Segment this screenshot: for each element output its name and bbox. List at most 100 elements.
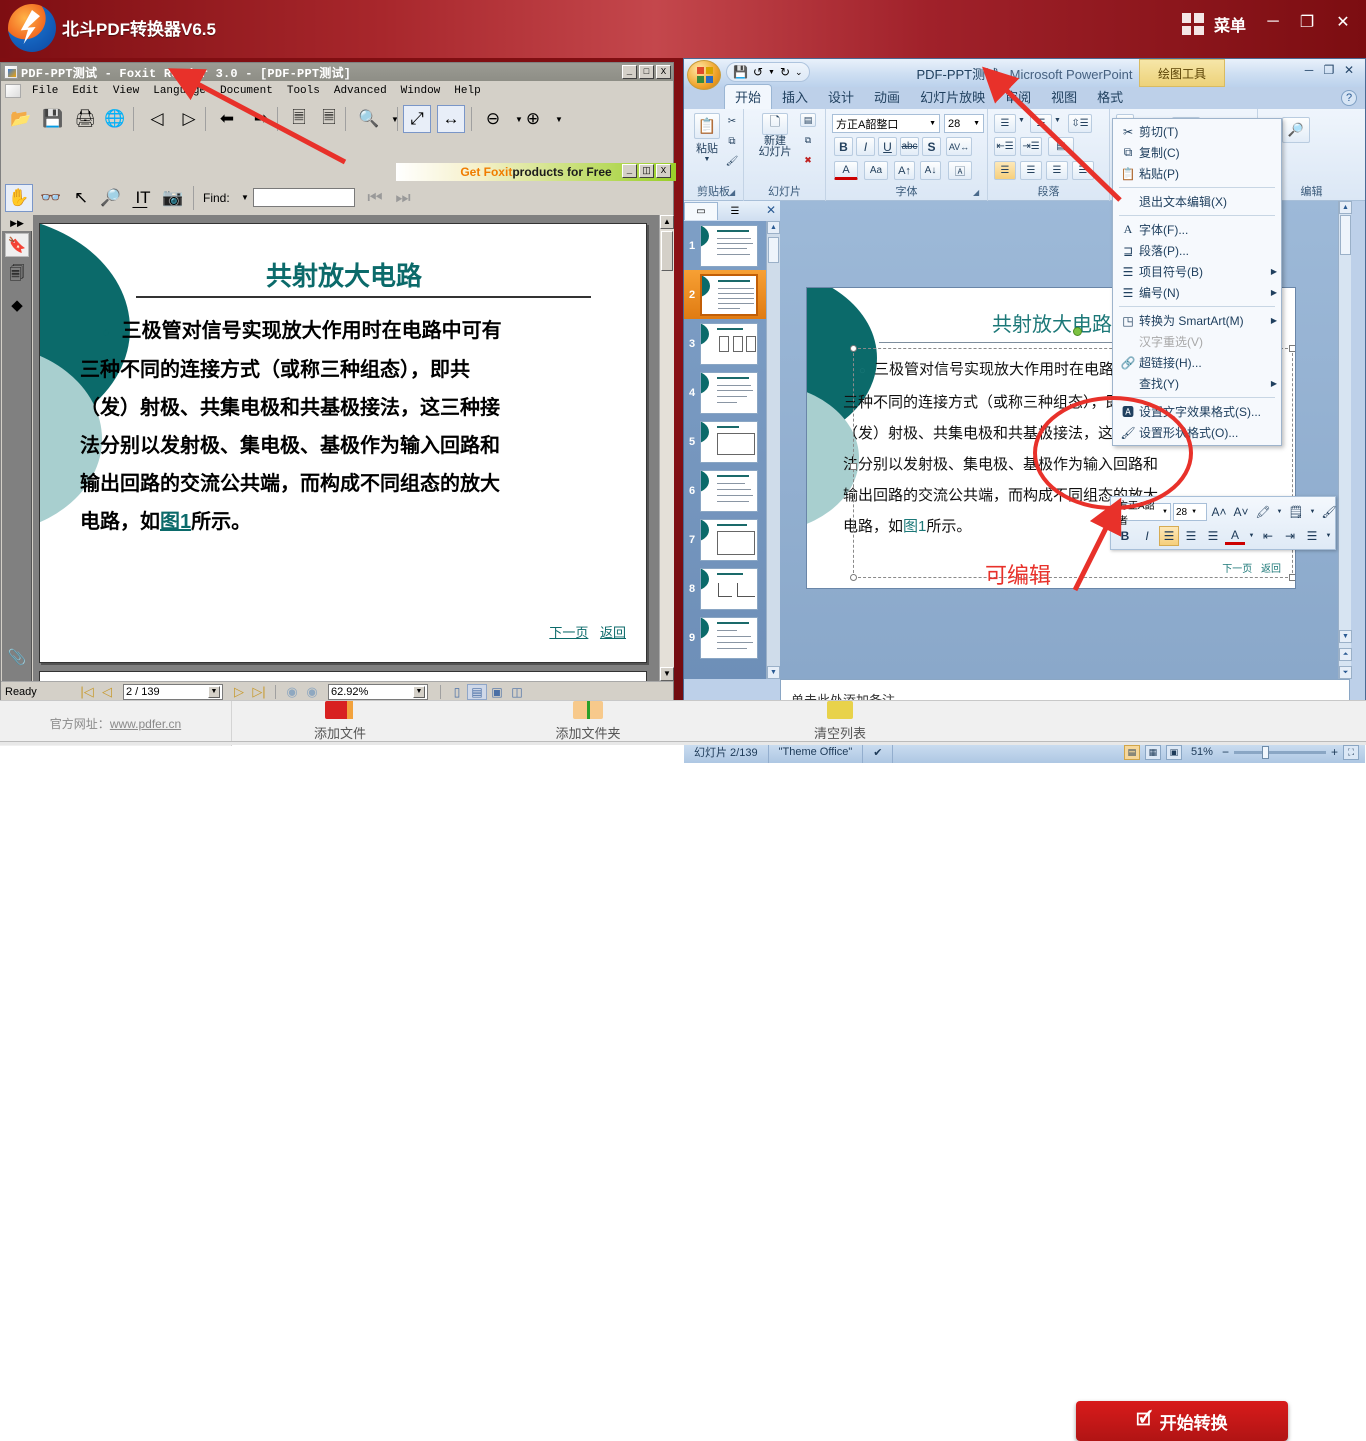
help-icon[interactable]: ? [1341, 90, 1357, 106]
previous-slide-icon[interactable]: ⏶ [1339, 648, 1352, 661]
paste-dropdown-arrow-icon[interactable]: ▼ [704, 156, 711, 163]
font-size-arrow-icon[interactable]: ▼ [973, 120, 980, 127]
slideshow-icon[interactable]: ▣ [1165, 744, 1182, 760]
rotate-handle[interactable] [1073, 327, 1082, 336]
menu-tools[interactable]: Tools [280, 85, 327, 97]
clipboard-dialog-launcher-icon[interactable]: ◢ [729, 188, 739, 198]
underline-button[interactable]: U [878, 137, 897, 156]
context-menu-item-cut[interactable]: ✂ 剪切(T) [1113, 121, 1281, 142]
thumbnail-item-5[interactable]: 5 [684, 417, 766, 466]
last-page-icon[interactable]: ▷| [249, 684, 269, 700]
thumbnail-item-7[interactable]: 7 [684, 515, 766, 564]
context-menu-item-font[interactable]: A 字体(F)... [1113, 219, 1281, 240]
continuous-facing-view-icon[interactable]: ◫ [507, 684, 527, 700]
clear-list-button[interactable]: 清空列表 [740, 701, 940, 746]
paste-button[interactable]: 📋 粘贴 ▼ [690, 113, 724, 163]
menu-language[interactable]: Language [146, 85, 213, 97]
thumbnail-item-2[interactable]: 2 [684, 270, 766, 319]
text-box-icon[interactable]: 🗒 [1286, 502, 1306, 522]
add-file-button[interactable]: 添加文件 [240, 701, 440, 746]
thumbnail-scroll-thumb[interactable] [768, 237, 779, 263]
find-binoculars-icon[interactable]: 🔎 [97, 184, 125, 212]
thumbnail-item-4[interactable]: 4 [684, 368, 766, 417]
layout-button[interactable]: ▤ [800, 113, 816, 127]
panel-close-icon[interactable]: ✕ [766, 203, 776, 217]
bullets-icon[interactable]: ☰ [1302, 526, 1322, 546]
slide-scroll-up-icon[interactable]: ▲ [1339, 201, 1352, 214]
app-maximize-button[interactable]: ❐ [1292, 8, 1322, 36]
pdf-next-page-link[interactable]: 下一页 [549, 625, 588, 640]
ppt-minimize-button[interactable]: ─ [1299, 62, 1319, 78]
resize-handle-br[interactable] [1289, 574, 1295, 581]
open-folder-icon[interactable]: 📂 [7, 105, 35, 133]
context-menu-item-shape-format[interactable]: 🖌 设置形状格式(O)... [1113, 422, 1281, 443]
context-menu[interactable]: ✂ 剪切(T) ⧉ 复制(C) 📋 粘贴(P) 退出文本编辑(X) A 字体(F… [1112, 118, 1282, 446]
page-combo-arrow-icon[interactable]: ▼ [208, 685, 220, 698]
menu-document[interactable]: Document [213, 85, 280, 97]
decrease-indent-button[interactable]: ⇤☰ [994, 137, 1016, 156]
mini-font-name-combo[interactable]: 方正A韶者 ▼ [1115, 501, 1171, 527]
text-select-icon[interactable]: I͟T [129, 184, 157, 212]
layers-icon[interactable]: ◆ [5, 293, 29, 317]
font-name-combo[interactable]: 方正A韶整口 ▼ [832, 114, 940, 133]
next-view-icon[interactable]: ➡ [247, 105, 275, 133]
sidebar-collapse-icon[interactable]: ▶▶ [2, 215, 32, 231]
next-page-nav-icon[interactable]: ▷ [229, 684, 249, 700]
thumbnail-list[interactable]: 1 2 3 4 5 6 7 8 9 [684, 221, 766, 679]
tab-slideshow[interactable]: 幻灯片放映 [910, 85, 995, 109]
page-number-combo[interactable]: 2 / 139 ▼ [123, 683, 223, 700]
bullets-arrow[interactable]: ▼ [1018, 117, 1025, 124]
numbering-button[interactable]: ☰ [1030, 114, 1052, 133]
promo-minimize-button[interactable]: _ [622, 164, 637, 178]
align-left-button[interactable]: ☰ [994, 161, 1016, 180]
align-right-icon[interactable]: ☰ [1203, 526, 1223, 546]
pdf-vertical-scrollbar[interactable]: ▲ ▼ [659, 215, 674, 681]
app-minimize-button[interactable]: ─ [1258, 8, 1288, 36]
strikethrough-button[interactable]: abc [900, 137, 919, 156]
first-page-icon[interactable]: |◁ [77, 684, 97, 700]
menu-edit[interactable]: Edit [65, 85, 105, 97]
foxit-minimize-button[interactable]: _ [622, 65, 637, 79]
pdf-scroll-up-icon[interactable]: ▲ [660, 215, 674, 229]
tab-insert[interactable]: 插入 [772, 85, 818, 109]
grow-font-icon[interactable]: A˄ [1209, 502, 1229, 522]
select-tool-icon[interactable]: ↖ [67, 184, 95, 212]
thumbnail-scroll-up-icon[interactable]: ▲ [767, 221, 780, 234]
thumbnail-item-1[interactable]: 1 [684, 221, 766, 270]
outline-tab-icon[interactable]: ☰ [718, 202, 752, 220]
ppt-maximize-button[interactable]: ❐ [1319, 62, 1339, 78]
slide-scroll-down-icon[interactable]: ▼ [1339, 630, 1352, 643]
reset-button[interactable]: ⧉ [800, 133, 816, 147]
thumbnail-item-6[interactable]: 6 [684, 466, 766, 515]
menu-button[interactable]: 菜单 [1181, 12, 1246, 36]
grow-font-button[interactable]: A↑ [894, 161, 915, 180]
slide-sorter-icon[interactable]: ▦ [1144, 744, 1161, 760]
copy-button[interactable]: ⧉ [724, 133, 740, 149]
change-case-button[interactable]: Aa [864, 161, 888, 180]
fit-to-window-icon[interactable]: ⛶ [1343, 744, 1359, 760]
numbering-arrow[interactable]: ▼ [1054, 117, 1061, 124]
font-size-combo[interactable]: 28 ▼ [944, 114, 984, 133]
menu-file[interactable]: File [25, 85, 65, 97]
context-menu-item-find[interactable]: 查找(Y) ▶ [1113, 373, 1281, 394]
font-color-button[interactable]: A [834, 161, 858, 180]
email-icon[interactable]: 🌐 [101, 105, 129, 133]
mini-format-toolbar[interactable]: 方正A韶者 ▼ 28 ▼ A˄ A˅ 🖍 ▼ 🗒 ▼ 🖌 B I ☰ ☰ ☰ A… [1110, 496, 1337, 550]
menu-window[interactable]: Window [394, 85, 448, 97]
highlight-arrow-icon[interactable]: ▼ [1275, 502, 1284, 522]
delete-slide-button[interactable]: ✖ [800, 153, 816, 167]
bold-button[interactable]: B [834, 137, 853, 156]
mini-font-size-arrow-icon[interactable]: ▼ [1191, 509, 1197, 515]
text-direction-button[interactable]: ▤ [1048, 137, 1074, 156]
bold-icon[interactable]: B [1115, 526, 1135, 546]
reading-icon[interactable]: 👓 [37, 184, 65, 212]
rotate-ccw-icon[interactable]: 🗏 [315, 105, 343, 133]
bullets-arrow-icon[interactable]: ▼ [1324, 526, 1333, 546]
ppt-close-button[interactable]: ✕ [1339, 62, 1359, 78]
cut-button[interactable]: ✂ [724, 113, 740, 129]
find-previous-icon[interactable]: ⏮ [361, 184, 389, 212]
prev-view-icon[interactable]: ⬅ [213, 105, 241, 133]
zoom-in-dropdown-arrow-icon[interactable]: ▼ [545, 105, 573, 133]
save-icon[interactable]: 💾 [39, 105, 67, 133]
line-spacing-button[interactable]: ⇳☰ [1068, 114, 1092, 133]
